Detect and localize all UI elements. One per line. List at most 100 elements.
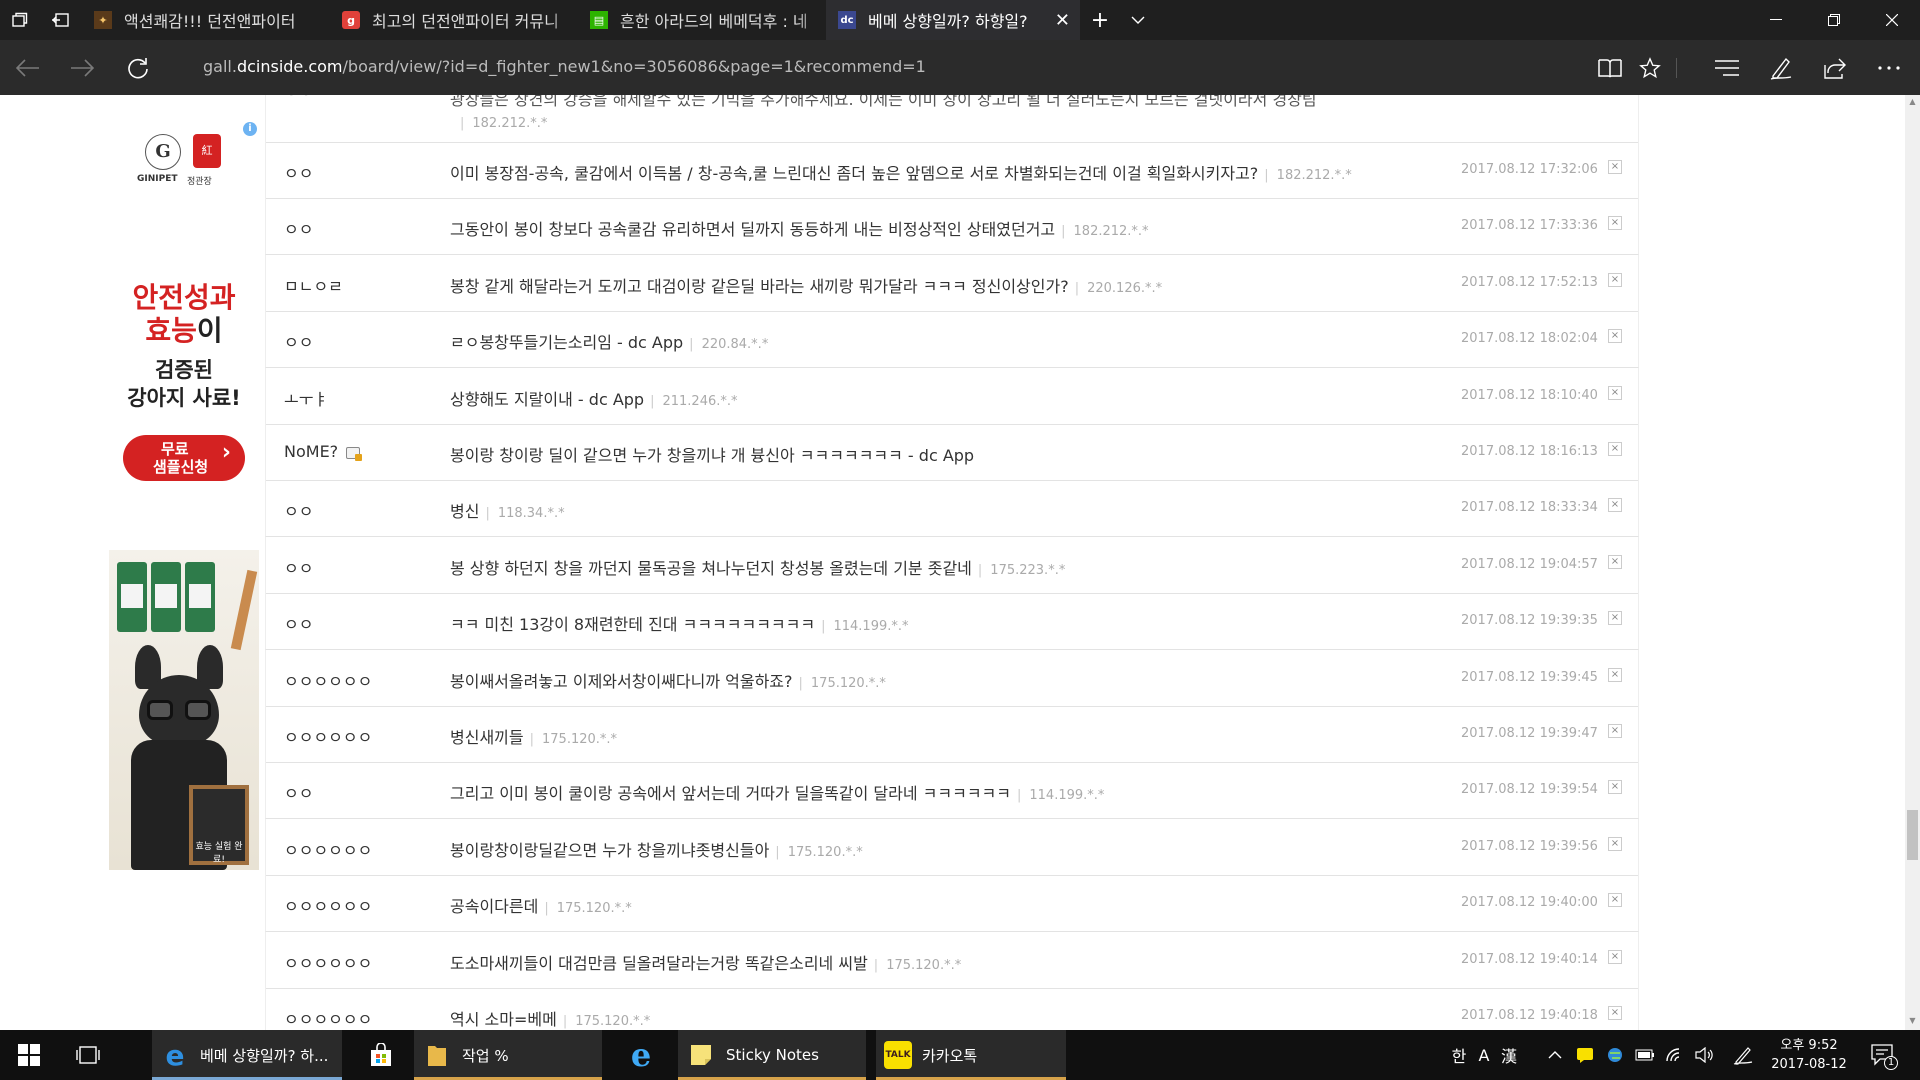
web-note-pen-icon[interactable] bbox=[1766, 54, 1796, 82]
comment-nickname[interactable]: ㅁㄴㅇㄹ bbox=[284, 273, 343, 297]
tab-dnf-official[interactable]: ✦ 액션쾌감!!! 던전앤파이터 bbox=[82, 0, 330, 40]
ad-brand-right: 정관장 bbox=[187, 177, 212, 187]
delete-comment-icon[interactable]: × bbox=[1608, 160, 1622, 174]
back-arrow-icon[interactable] bbox=[14, 54, 42, 82]
delete-comment-icon[interactable]: × bbox=[1608, 329, 1622, 344]
advertisement-banner[interactable]: i G 紅 GINIPET 정관장 안전성과 효능이 검증된 강아지 사료! 무… bbox=[109, 118, 259, 870]
comment-text: 병신 118.34.*.* bbox=[450, 498, 565, 522]
delete-comment-icon[interactable]: × bbox=[1608, 1006, 1622, 1020]
comment-nickname[interactable]: ㅇㅇㅇㅇㅇㅇ bbox=[284, 724, 372, 748]
gallog-member-icon[interactable] bbox=[346, 447, 363, 461]
ime-alpha-indicator[interactable]: A bbox=[1473, 1030, 1495, 1080]
delete-comment-icon[interactable]: × bbox=[1608, 498, 1622, 513]
delete-comment-icon[interactable]: × bbox=[1608, 893, 1622, 908]
ime-hangul-indicator[interactable]: 한 bbox=[1448, 1030, 1470, 1080]
ad-info-icon[interactable]: i bbox=[243, 122, 257, 136]
delete-comment-icon[interactable]: × bbox=[1608, 385, 1622, 400]
delete-comment-icon[interactable]: × bbox=[1608, 611, 1622, 626]
comment-nickname[interactable]: ㅇㅇㅇㅇㅇㅇ bbox=[284, 893, 372, 917]
volume-icon[interactable] bbox=[1694, 1030, 1716, 1080]
ime-hanja-indicator[interactable]: 漢 bbox=[1498, 1030, 1520, 1080]
comment-row: ㅇㅇㅇㅇㅇㅇ 봉이쌔서올려놓고 이제와서창이쌔다니까 억울하죠? 175.120.*… bbox=[265, 649, 1639, 707]
more-actions-icon[interactable] bbox=[1874, 54, 1904, 82]
reading-view-icon[interactable] bbox=[1595, 54, 1625, 82]
comment-nickname[interactable]: ㅇㅇ bbox=[284, 555, 313, 579]
comment-nickname[interactable]: ㅇㅇ bbox=[284, 160, 313, 184]
comment-nickname[interactable]: ㅇㅇ bbox=[284, 611, 313, 635]
taskbar-kakaotalk[interactable]: TALK 카카오톡 bbox=[876, 1030, 1066, 1080]
tab-naver-blog[interactable]: ▤ 흔한 아라드의 베메덕후 : 네 bbox=[578, 0, 826, 40]
system-clock[interactable]: 오후 9:52 2017-08-12 bbox=[1764, 1036, 1854, 1074]
comment-body: 봉이쌔서올려놓고 이제와서창이쌔다니까 억울하죠? bbox=[450, 671, 793, 691]
comment-row: ㅇㅇㅇㅇㅇㅇ 봉이랑창이랑딜같으면 누가 창을끼냐좃병신들아 175.120.*.*… bbox=[265, 818, 1639, 876]
clock-time: 오후 9:52 bbox=[1780, 1038, 1838, 1053]
ad-headline-1: 안전성과 bbox=[132, 281, 236, 314]
delete-comment-icon[interactable]: × bbox=[1608, 667, 1622, 682]
favorite-star-icon[interactable] bbox=[1635, 54, 1665, 82]
url-field[interactable]: gall.dcinside.com/board/view/?id=d_fight… bbox=[203, 57, 926, 76]
kakaotalk-tray-icon[interactable] bbox=[1574, 1030, 1596, 1080]
comment-text: ㅋㅋ 미친 13강이 8재련한테 진대 ㅋㅋㅋㅋㅋㅋㅋㅋㅋ 114.199.*.* bbox=[450, 611, 909, 635]
comment-nickname[interactable]: ㅇㅇㅇㅇㅇㅇ bbox=[284, 668, 372, 692]
comment-nickname[interactable]: ㅇㅇ bbox=[284, 216, 313, 240]
delete-comment-icon[interactable]: × bbox=[1608, 724, 1622, 738]
minimize-icon[interactable] bbox=[1748, 0, 1804, 40]
pen-workspace-icon[interactable] bbox=[1732, 1030, 1754, 1080]
delete-comment-icon[interactable]: × bbox=[1608, 272, 1622, 287]
battery-icon[interactable] bbox=[1634, 1030, 1656, 1080]
task-view-icon[interactable] bbox=[76, 1030, 104, 1080]
comment-nickname[interactable]: ㅇㅇ bbox=[284, 329, 313, 353]
comment-nickname[interactable]: NoME? bbox=[284, 442, 363, 461]
comment-nickname[interactable]: ㅇㅇㅇㅇㅇㅇ bbox=[284, 837, 372, 861]
network-globe-tray-icon[interactable] bbox=[1604, 1030, 1626, 1080]
delete-comment-icon[interactable]: × bbox=[1608, 949, 1622, 964]
taskbar-store[interactable] bbox=[358, 1030, 408, 1080]
taskbar-file-explorer[interactable]: 작업 % bbox=[414, 1030, 602, 1080]
forward-arrow-icon[interactable] bbox=[68, 54, 96, 82]
tab-manager-icon[interactable] bbox=[8, 8, 32, 32]
delete-comment-icon[interactable]: × bbox=[1608, 836, 1622, 851]
taskbar-edge-window[interactable]: e 베메 상향일까? 하... bbox=[152, 1030, 342, 1080]
sticky-notes-icon bbox=[686, 1040, 716, 1070]
scrollbar-thumb[interactable] bbox=[1907, 810, 1918, 860]
scroll-down-arrow-icon[interactable]: ▼ bbox=[1905, 1016, 1920, 1030]
comment-text: 그동안이 봉이 창보다 공속쿨감 유리하면서 딜까지 동등하게 내는 비정상적인… bbox=[450, 216, 1149, 240]
delete-comment-icon[interactable]: × bbox=[1608, 216, 1622, 231]
comment-text: 공속이다른데 175.120.*.* bbox=[450, 893, 632, 917]
nickname-text: NoME? bbox=[284, 442, 339, 461]
comment-nickname[interactable]: ㅇㅇㅇㅇㅇㅇ bbox=[284, 1006, 372, 1030]
tab-dnf-community[interactable]: g 최고의 던전앤파이터 커뮤니 bbox=[330, 0, 578, 40]
taskbar-sticky-notes[interactable]: Sticky Notes bbox=[678, 1030, 866, 1080]
taskbar-app-label: 베메 상향일까? 하... bbox=[200, 1046, 329, 1065]
delete-comment-icon[interactable]: × bbox=[1608, 780, 1622, 795]
share-icon[interactable] bbox=[1820, 54, 1850, 82]
restore-icon[interactable] bbox=[1806, 0, 1862, 40]
delete-comment-icon[interactable]: × bbox=[1608, 554, 1622, 569]
vertical-scrollbar[interactable] bbox=[1905, 95, 1920, 1030]
comment-nickname[interactable]: ㅇㅇ bbox=[284, 780, 313, 804]
tab-dcinside-active[interactable]: dc 베메 상향일까? 하향일? ✕ bbox=[826, 0, 1080, 40]
scroll-up-arrow-icon[interactable]: ▲ bbox=[1905, 97, 1920, 111]
comment-nickname[interactable]: ㅇㅇㅇㅇㅇㅇ bbox=[284, 950, 372, 974]
comment-nickname[interactable]: ㅗㅜㅑ bbox=[284, 386, 328, 410]
comment-nickname[interactable]: ㅇㅇ bbox=[284, 498, 313, 522]
refresh-icon[interactable] bbox=[124, 54, 152, 82]
url-domain: dcinside.com bbox=[236, 57, 343, 76]
comment-date: 2017.08.12 19:40:14 bbox=[1461, 951, 1598, 967]
action-center-icon[interactable]: 1 bbox=[1868, 1030, 1898, 1080]
show-hidden-icons-chevron-icon[interactable] bbox=[1544, 1030, 1566, 1080]
wifi-icon[interactable] bbox=[1664, 1030, 1686, 1080]
free-sample-button[interactable]: 무료 샘플신청 › bbox=[123, 435, 245, 481]
tab-preview-chevron-icon[interactable] bbox=[1126, 8, 1150, 32]
set-tabs-aside-icon[interactable] bbox=[48, 8, 72, 32]
close-tab-icon[interactable]: ✕ bbox=[1055, 10, 1070, 31]
hub-icon[interactable] bbox=[1712, 54, 1742, 82]
tab-title: 베메 상향일까? 하향일? bbox=[868, 12, 1028, 31]
comment-date: 2017.08.12 19:39:54 bbox=[1461, 782, 1598, 798]
taskbar-internet-explorer[interactable]: e bbox=[618, 1030, 668, 1080]
windows-start-icon[interactable] bbox=[18, 1030, 42, 1080]
close-window-icon[interactable] bbox=[1864, 0, 1920, 40]
comment-nickname[interactable]: ㅇㅇ bbox=[284, 95, 313, 102]
new-tab-icon[interactable]: + bbox=[1088, 8, 1112, 33]
delete-comment-icon[interactable]: × bbox=[1608, 442, 1622, 456]
